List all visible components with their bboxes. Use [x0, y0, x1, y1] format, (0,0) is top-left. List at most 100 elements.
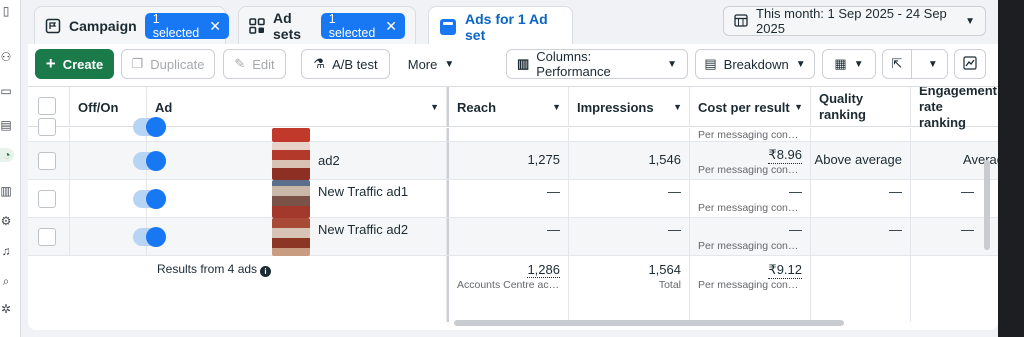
campaign-selected-label: 1 selected [152, 11, 200, 40]
cost-cell: — Per messaging conve... [690, 180, 811, 217]
header-quality-ranking[interactable]: Quality ranking [811, 87, 911, 127]
flask-icon: ⚗ [313, 56, 326, 71]
more-button-label: More [407, 56, 438, 72]
header-reach[interactable]: Reach ▼ [447, 87, 569, 127]
ad-name[interactable]: ad2 [318, 153, 340, 168]
horizontal-scrollbar[interactable] [454, 320, 844, 326]
bell-icon[interactable]: ♫ [0, 244, 12, 258]
ad-thumbnail[interactable] [272, 180, 310, 218]
table-row[interactable]: New Traffic ad1 — — — Per messaging conv… [28, 180, 998, 218]
row-checkbox[interactable] [38, 190, 56, 208]
gear-icon[interactable]: ⚙ [0, 214, 12, 228]
tab-ad-sets[interactable]: Ad sets 1 selected ✕ [238, 6, 416, 44]
pencil-icon: ✎ [234, 56, 246, 71]
summary-impressions-value: 1,564 [648, 262, 681, 277]
reach-value: 1,275 [527, 152, 560, 167]
bug-icon[interactable]: ✲ [0, 302, 12, 316]
left-nav-rail: ▯ ⚇ ▭ ▤ ◔ ▥ ⚙ ♫ ⌕ ✲ [0, 0, 21, 337]
campaign-selected-pill[interactable]: 1 selected ✕ [144, 11, 229, 40]
summary-quality-cell [811, 256, 911, 322]
people-icon[interactable]: ⚇ [0, 50, 12, 64]
reports-icon: ▦ [834, 56, 847, 71]
ad-name[interactable]: New Traffic ad1 [318, 184, 408, 199]
row-checkbox[interactable] [38, 228, 56, 246]
ads-manager-icon[interactable]: ◔ [0, 148, 14, 162]
report-icon[interactable]: ▥ [0, 184, 12, 198]
ad-thumbnail[interactable] [272, 218, 310, 256]
chart-toggle-button[interactable] [954, 49, 986, 79]
ad-thumbnail[interactable] [272, 142, 310, 180]
row-checkbox[interactable] [38, 118, 56, 136]
tab-campaign[interactable]: Campaign 1 selected ✕ [34, 6, 229, 44]
row-checkbox[interactable] [38, 152, 56, 170]
chevron-down-icon: ▼ [794, 102, 803, 112]
create-button-label: Create [62, 56, 104, 72]
create-button[interactable]: + Create [35, 49, 114, 79]
plus-icon: + [45, 54, 56, 73]
card-icon[interactable]: ▭ [0, 84, 12, 98]
engagement-value: — [961, 222, 974, 237]
close-icon[interactable]: ✕ [209, 19, 221, 33]
toggle-cell [70, 218, 166, 255]
edit-button[interactable]: ✎ Edit [223, 49, 286, 79]
ad-thumbnail[interactable] [272, 128, 310, 142]
date-range-picker[interactable]: This month: 1 Sep 2025 - 24 Sep 2025 ▼ [723, 6, 986, 36]
export-icon[interactable]: ⇱ [883, 50, 912, 78]
tab-ad-sets-label: Ad sets [273, 9, 302, 42]
more-button[interactable]: More ▼ [399, 49, 463, 79]
summary-reach-value[interactable]: 1,286 [527, 262, 560, 278]
header-ad[interactable]: Ad ▼ [147, 87, 447, 127]
reach-cell: — [447, 218, 569, 255]
summary-cost-value[interactable]: ₹9.12 [768, 262, 802, 279]
export-button-group: ⇱ ▼ [882, 49, 948, 79]
duplicate-button[interactable]: ❐ Duplicate [121, 49, 215, 79]
chevron-down-icon: ▼ [965, 15, 975, 27]
chevron-down-icon: ▼ [667, 58, 677, 70]
summary-label-wrap: Results from 4 ads i [157, 262, 272, 277]
header-off-on-label: Off/On [78, 99, 119, 115]
chevron-down-icon: ▼ [552, 102, 561, 112]
ad-cell [147, 128, 447, 142]
calendar-icon [734, 13, 748, 30]
ad-name[interactable]: New Traffic ad2 [318, 222, 408, 237]
header-impressions[interactable]: Impressions ▼ [569, 87, 690, 127]
breakdown-dropdown[interactable]: ▤ Breakdown ▼ [695, 49, 815, 79]
cost-subtext: Per messaging conve... [698, 240, 802, 252]
cost-cell: ₹8.96 Per messaging conve... [690, 142, 811, 179]
doc-icon[interactable]: ▯ [0, 4, 12, 18]
chart-icon[interactable]: ▤ [0, 118, 12, 132]
cost-subtext: Per messaging conve... [698, 202, 802, 214]
columns-dropdown[interactable]: ▥ Columns: Performance ▼ [506, 49, 688, 79]
quality-value: Above average [814, 152, 902, 167]
engagement-value: — [961, 184, 974, 199]
ad-sets-selected-pill[interactable]: 1 selected ✕ [320, 11, 405, 40]
header-engagement-ranking[interactable]: Engagement rate ranking [911, 87, 998, 130]
toggle-cell [70, 180, 166, 217]
reports-dropdown[interactable]: ▦ ▼ [822, 49, 876, 79]
duplicate-button-label: Duplicate [150, 56, 205, 72]
checkbox-cell [28, 118, 70, 141]
table-row[interactable]: New Traffic ad2 — — — Per messaging conv… [28, 218, 998, 256]
chevron-down-icon[interactable]: ▼ [919, 59, 947, 70]
info-icon[interactable]: i [260, 266, 272, 277]
line-chart-icon [963, 55, 977, 73]
summary-cost-cell: ₹9.12 Per messaging conve... [690, 256, 811, 322]
ab-test-button[interactable]: ⚗ A/B test [301, 49, 390, 79]
close-icon[interactable]: ✕ [385, 19, 397, 33]
engagement-value: Averag [963, 152, 998, 167]
columns-dropdown-label: Columns: Performance [536, 49, 611, 79]
quality-cell: — [811, 180, 911, 217]
select-all-checkbox[interactable] [38, 97, 56, 115]
cost-value[interactable]: ₹8.96 [768, 147, 802, 164]
vertical-scrollbar[interactable] [984, 160, 990, 250]
reach-value: — [547, 222, 560, 237]
ad-sets-selected-label: 1 selected [328, 11, 376, 40]
tab-ads[interactable]: Ads for 1 Ad set [428, 6, 573, 46]
header-quality-label-2: ranking [819, 107, 866, 122]
search-icon[interactable]: ⌕ [0, 274, 12, 288]
header-cost-per-result[interactable]: Cost per result ▼ [690, 87, 811, 127]
summary-row: Results from 4 ads i 1,286 Accounts Centr… [28, 256, 998, 322]
checkbox-cell [28, 180, 70, 217]
table-row[interactable]: ad2 1,275 1,546 ₹8.96 Per messaging conv… [28, 142, 998, 180]
impressions-cell: — [569, 180, 690, 217]
